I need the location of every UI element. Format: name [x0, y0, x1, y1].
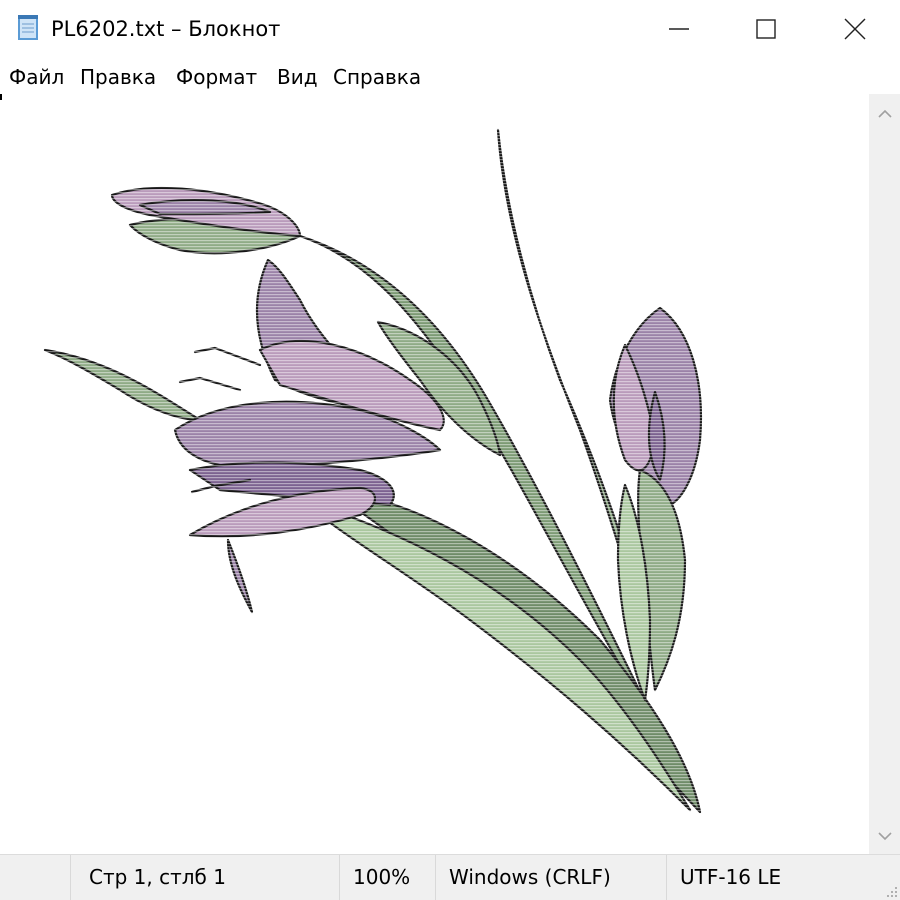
chevron-up-icon: [877, 109, 892, 118]
status-bar: Стр 1, стлб 1 100% Windows (CRLF) UTF-16…: [0, 854, 900, 900]
status-zoom: 100%: [353, 865, 411, 889]
window-title: PL6202.txt – Блокнот: [51, 17, 281, 41]
close-icon: [844, 18, 866, 40]
scroll-down-button[interactable]: [869, 818, 900, 854]
notepad-icon: [18, 15, 38, 40]
maximize-button[interactable]: [721, 0, 811, 58]
menu-help[interactable]: Справка: [333, 62, 421, 92]
status-separator: [70, 855, 71, 900]
menu-bar: Файл Правка Формат Вид Справка: [0, 60, 900, 94]
flower-drawing: [0, 94, 869, 854]
status-cursor-position: Стр 1, стлб 1: [89, 865, 226, 889]
chevron-down-icon: [877, 832, 892, 841]
status-separator: [339, 855, 340, 900]
text-caret: [0, 94, 2, 100]
title-bar[interactable]: PL6202.txt – Блокнот: [0, 0, 900, 60]
menu-edit[interactable]: Правка: [80, 62, 156, 92]
minimize-button[interactable]: [634, 0, 724, 58]
minimize-icon: [669, 28, 689, 30]
status-separator: [435, 855, 436, 900]
vertical-scrollbar[interactable]: [869, 94, 900, 854]
status-separator: [666, 855, 667, 900]
scroll-up-button[interactable]: [869, 96, 900, 132]
close-button[interactable]: [810, 0, 900, 58]
status-line-endings: Windows (CRLF): [449, 865, 611, 889]
maximize-icon: [756, 19, 776, 39]
menu-view[interactable]: Вид: [277, 62, 318, 92]
menu-file[interactable]: Файл: [9, 62, 64, 92]
resize-grip-icon[interactable]: [884, 884, 898, 898]
text-editor-area[interactable]: [0, 94, 869, 854]
menu-format[interactable]: Формат: [176, 62, 257, 92]
status-encoding: UTF-16 LE: [680, 865, 782, 889]
